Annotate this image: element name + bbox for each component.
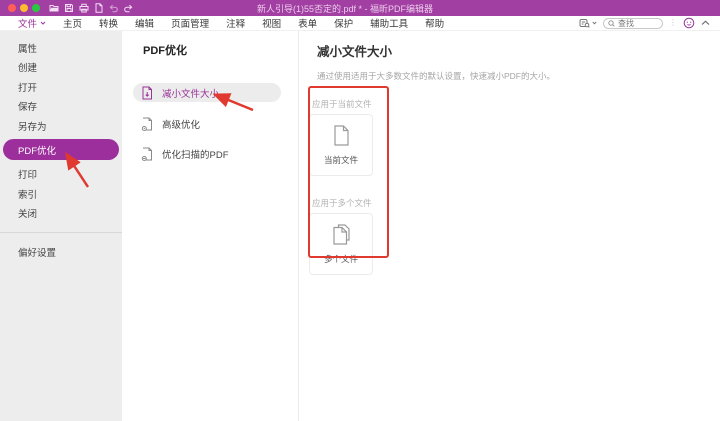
panel-item-advanced-optimize[interactable]: 高级优化 [133, 116, 298, 132]
sidebar-item-save[interactable]: 保存 [0, 97, 122, 117]
backstage-view: 属性 创建 打开 保存 另存为 PDF优化 打印 索引 关闭 偏好设置 PDF优… [0, 31, 720, 421]
multiple-files-label: 多个文件 [324, 253, 358, 265]
panel-item-label: 减小文件大小 [162, 86, 219, 100]
collapse-ribbon-icon[interactable] [701, 20, 710, 26]
reduce-file-size-content: 减小文件大小 通过使用适用于大多数文件的默认设置，快速减小PDF的大小。 应用于… [299, 31, 720, 421]
assistant-icon[interactable] [683, 17, 695, 29]
panel-item-reduce-file-size[interactable]: 减小文件大小 [133, 83, 281, 102]
optimize-scanned-icon [141, 147, 153, 161]
titlebar: 新人引导(1)55否定的.pdf * - 福昕PDF编辑器 [0, 0, 720, 16]
menu-form[interactable]: 表单 [298, 16, 317, 30]
multiple-files-button[interactable]: 多个文件 [309, 213, 373, 275]
chevron-down-icon [40, 21, 46, 25]
redo-icon[interactable] [123, 3, 134, 14]
menu-convert[interactable]: 转换 [99, 16, 118, 30]
file-sidebar: 属性 创建 打开 保存 另存为 PDF优化 打印 索引 关闭 偏好设置 [0, 31, 122, 421]
panel-item-optimize-scanned-pdf[interactable]: 优化扫描的PDF [133, 146, 298, 162]
menu-edit[interactable]: 编辑 [135, 16, 154, 30]
find-icon [579, 18, 590, 28]
find-dropdown-caret [592, 21, 597, 25]
search-box[interactable] [603, 18, 663, 29]
print-icon[interactable] [78, 3, 89, 14]
menu-items: 文件 主页 转换 编辑 页面管理 注释 视图 表单 保护 辅助工具 帮助 [18, 16, 444, 30]
zoom-window-button[interactable] [32, 4, 40, 12]
single-file-icon [333, 125, 350, 146]
sidebar-item-print[interactable]: 打印 [0, 165, 122, 185]
sidebar-item-preferences[interactable]: 偏好设置 [0, 242, 122, 262]
menu-file-label: 文件 [18, 16, 37, 30]
menu-accessibility[interactable]: 辅助工具 [370, 16, 408, 30]
current-file-label: 当前文件 [324, 154, 358, 166]
quick-toolbar [48, 3, 134, 14]
menu-file[interactable]: 文件 [18, 16, 46, 30]
undo-icon[interactable] [108, 3, 119, 14]
search-icon [608, 20, 615, 27]
sidebar-item-open[interactable]: 打开 [0, 77, 122, 97]
section-label-current-file: 应用于当前文件 [312, 98, 720, 110]
menubar: 文件 主页 转换 编辑 页面管理 注释 视图 表单 保护 辅助工具 帮助 ⋮ [0, 16, 720, 31]
sidebar-item-save-as[interactable]: 另存为 [0, 116, 122, 136]
pdf-optimize-panel: PDF优化 减小文件大小 高级优化 优化扫描的PDF [122, 31, 299, 421]
window-controls [8, 4, 40, 12]
minimize-window-button[interactable] [20, 4, 28, 12]
content-title: 减小文件大小 [317, 41, 720, 60]
open-file-icon[interactable] [48, 3, 59, 14]
section-label-multiple-files: 应用于多个文件 [312, 197, 720, 209]
sidebar-item-close[interactable]: 关闭 [0, 204, 122, 224]
panel-title: PDF优化 [143, 42, 298, 58]
menubar-tools: ⋮ [579, 17, 710, 29]
content-description: 通过使用适用于大多数文件的默认设置，快速减小PDF的大小。 [317, 70, 720, 82]
search-input[interactable] [618, 19, 658, 28]
sidebar-item-index[interactable]: 索引 [0, 184, 122, 204]
panel-item-label: 高级优化 [162, 117, 200, 131]
menu-page-organize[interactable]: 页面管理 [171, 16, 209, 30]
menu-help[interactable]: 帮助 [425, 16, 444, 30]
find-tools[interactable] [579, 18, 597, 28]
new-document-icon[interactable] [93, 3, 104, 14]
menu-view[interactable]: 视图 [262, 16, 281, 30]
sidebar-item-pdf-optimize-wrap: PDF优化 [0, 139, 122, 161]
sidebar-item-pdf-optimize[interactable]: PDF优化 [3, 139, 119, 160]
window-title: 新人引导(1)55否定的.pdf * - 福昕PDF编辑器 [160, 2, 530, 15]
vertical-dots-icon[interactable]: ⋮ [669, 19, 677, 27]
sidebar-divider [0, 232, 122, 233]
sidebar-item-properties[interactable]: 属性 [0, 38, 122, 58]
advanced-optimize-icon [141, 117, 153, 131]
compress-file-icon [141, 86, 153, 100]
save-icon[interactable] [63, 3, 74, 14]
multiple-files-icon [332, 224, 351, 245]
panel-item-label: 优化扫描的PDF [162, 147, 229, 161]
menu-home[interactable]: 主页 [63, 16, 82, 30]
app-window: 新人引导(1)55否定的.pdf * - 福昕PDF编辑器 文件 主页 转换 编… [0, 0, 720, 421]
menu-protect[interactable]: 保护 [334, 16, 353, 30]
current-file-button[interactable]: 当前文件 [309, 114, 373, 176]
menu-comment[interactable]: 注释 [226, 16, 245, 30]
close-window-button[interactable] [8, 4, 16, 12]
sidebar-item-create[interactable]: 创建 [0, 58, 122, 78]
